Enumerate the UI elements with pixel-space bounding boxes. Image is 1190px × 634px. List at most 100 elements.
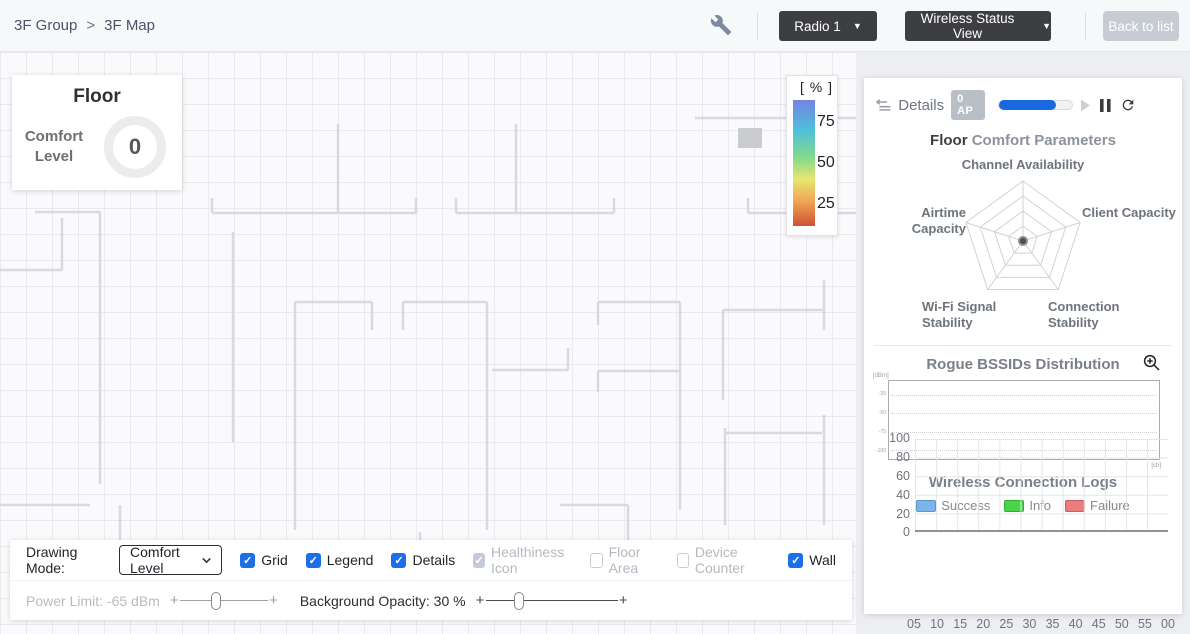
breadcrumb-page: 3F Map [104,17,155,34]
power-limit-slider[interactable]: + + [170,590,278,612]
logs-y-tick: 60 [896,468,910,483]
color-gradient-bar [793,100,815,226]
checkbox-label: Floor Area [608,544,641,576]
settings-wrench-icon[interactable] [710,14,736,40]
logs-x-tick: 40 [1068,617,1083,631]
chevron-down-icon [202,557,211,563]
slider-end-mark: + [475,591,485,609]
comfort-radar-chart: Channel Availability Airtime Capacity Cl… [864,157,1182,335]
legend-tick: 75 [817,113,835,130]
connection-logs-chart [915,439,1168,532]
progress-fill [999,100,1056,110]
checkbox-device-counter: Device Counter [676,544,771,576]
slider-end-mark: + [269,591,278,609]
pause-icon[interactable] [1100,98,1111,112]
details-sidebar: Details 0 AP Floor Comfort Parameters Ch… [864,78,1182,614]
checkbox-icon [305,552,321,568]
zoom-in-magnifier-icon[interactable] [1143,354,1160,371]
logs-y-tick: 20 [896,506,910,521]
logs-x-tick: 35 [1045,617,1060,631]
drawing-mode-value: Comfort Level [130,544,180,576]
checkbox-icon [391,552,407,568]
checkbox-details[interactable]: Details [391,552,455,568]
checkbox-label: Device Counter [694,544,745,576]
comfort-level-gauge: 0 [104,116,166,178]
logs-x-tick: 05 [907,617,921,631]
rogue-y-axis-unit: [dBm] [873,373,889,379]
logs-y-tick-labels: 100 80 60 40 20 0 [876,432,910,539]
collapse-panel-icon[interactable] [876,98,891,112]
slider-end-mark: + [169,591,179,609]
back-to-list-button[interactable]: Back to list [1103,11,1179,41]
checkbox-label: Wall [809,552,836,568]
logs-x-tick: 00 [1161,617,1175,631]
legend-unit-label: [ % ] [799,79,833,95]
logs-y-tick: 0 [903,525,910,540]
view-dropdown[interactable]: Wireless Status View ▼ [905,11,1051,41]
power-limit-label: Power Limit: -65 dBm [26,592,160,609]
drawing-mode-select[interactable]: Comfort Level [119,544,223,576]
ap-count-badge: 0 AP [951,90,986,120]
radar-data-point [1018,236,1028,246]
section-divider [874,345,1172,346]
logs-y-tick: 40 [896,487,910,502]
play-icon[interactable] [1080,99,1091,112]
checkbox-label: Healthiness Icon [491,544,565,576]
checkbox-legend[interactable]: Legend [305,552,373,568]
legend-tick: 25 [817,195,835,212]
logs-x-tick: 15 [953,617,968,631]
map-controls-panel: Drawing Mode: Comfort Level Grid Legend … [10,540,852,620]
comfort-level-value: 0 [128,134,142,159]
breadcrumb: 3F Group > 3F Map [14,17,155,34]
top-bar: 3F Group > 3F Map Radio 1 ▼ Wireless Sta… [0,0,1190,52]
sidebar-header: Details 0 AP [864,78,1182,120]
power-limit-slider-thumb[interactable] [210,591,221,610]
breadcrumb-group-link[interactable]: 3F Group [14,17,77,34]
checkbox-label: Grid [261,552,288,568]
logs-x-tick: 25 [999,617,1014,631]
refresh-icon[interactable] [1120,97,1136,113]
logs-y-tick: 100 [889,431,910,445]
dropdown-arrow-icon: ▼ [1042,20,1051,31]
refresh-progress-bar[interactable] [998,100,1074,110]
rogue-y-tick: -25 [878,391,886,397]
floor-comfort-card: Floor Comfort Level 0 [12,75,182,190]
radio-dropdown[interactable]: Radio 1 ▼ [779,11,877,41]
logs-x-tick: 45 [1091,617,1106,631]
checkbox-icon [473,552,486,568]
slider-end-mark: + [618,591,628,609]
radar-pentagon [965,180,1081,290]
background-opacity-slider[interactable]: + + [476,590,628,612]
comfort-level-label: Comfort Level [24,127,84,165]
toolbar-divider [757,12,758,40]
background-opacity-slider-thumb[interactable] [513,591,524,610]
checkbox-healthiness-icon: Healthiness Icon [473,544,572,576]
checkbox-icon [788,552,804,568]
logs-x-tick: 55 [1137,617,1152,631]
title-rest: Comfort Parameters [971,132,1116,149]
checkbox-icon [676,552,689,568]
logs-x-tick: 10 [930,617,944,631]
logs-x-tick: 30 [1022,617,1037,631]
checkbox-grid[interactable]: Grid [240,552,288,568]
logs-x-tick: 50 [1114,617,1129,631]
comfort-parameters-title: Floor Comfort Parameters [864,132,1182,149]
title-floor: Floor [930,132,968,149]
logs-x-tick: 20 [976,617,991,631]
breadcrumb-separator: > [86,17,96,34]
checkbox-label: Details [412,552,456,568]
details-label: Details [898,96,945,114]
checkbox-wall[interactable]: Wall [788,552,836,568]
floor-map[interactable]: Floor Comfort Level 0 [ % ] 75 50 25 Drawi… [0,52,856,634]
legend-tick-labels: 75 50 25 [817,114,835,212]
checkbox-floor-area: Floor Area [590,544,658,576]
logs-x-tick-labels: 05 10 15 20 25 30 35 40 45 50 55 00 [907,617,1175,631]
toolbar-divider [1085,12,1086,40]
floor-card-title: Floor [73,86,121,107]
rogue-bssids-title: Rogue BSSIDs Distribution [926,356,1120,373]
dropdown-arrow-icon: ▼ [852,20,862,31]
color-scale-legend: [ % ] 75 50 25 [786,75,838,236]
radio-dropdown-label: Radio 1 [794,18,841,34]
checkbox-icon [240,552,256,568]
background-opacity-label: Background Opacity: 30 % [299,592,466,609]
